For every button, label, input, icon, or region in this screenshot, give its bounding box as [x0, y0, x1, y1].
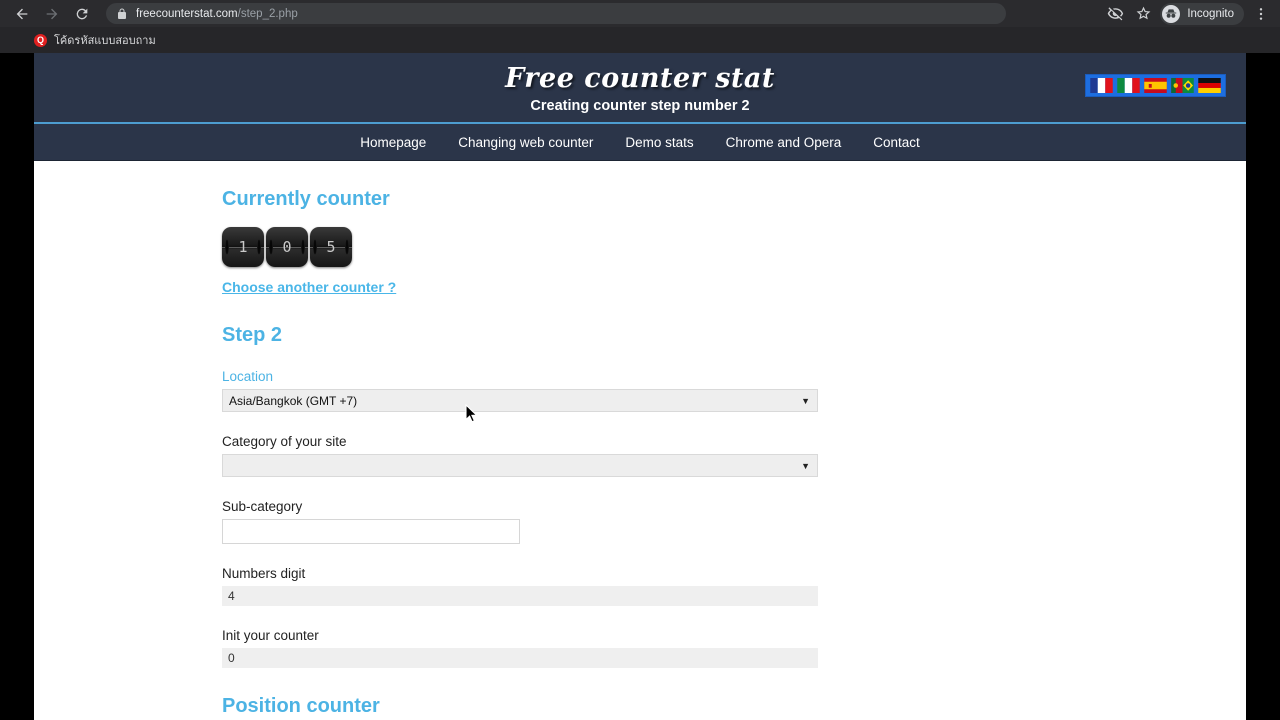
- subcategory-input[interactable]: [222, 519, 520, 544]
- numbers-digit-input[interactable]: 4: [222, 586, 818, 606]
- flag-portugal-brazil[interactable]: [1171, 78, 1194, 93]
- step-heading: Step 2: [222, 324, 283, 346]
- flag-france[interactable]: [1090, 78, 1113, 93]
- subcategory-label: Sub-category: [222, 499, 303, 514]
- flag-italy[interactable]: [1117, 78, 1140, 93]
- forward-button[interactable]: [38, 1, 66, 27]
- bookmark-star-button[interactable]: [1130, 1, 1156, 27]
- counter-digit-value: 1: [238, 238, 248, 256]
- location-select-value: Asia/Bangkok (GMT +7): [229, 393, 358, 408]
- page-subtitle: Creating counter step number 2: [530, 98, 750, 114]
- nav-item-changing-web-counter[interactable]: Changing web counter: [442, 135, 609, 150]
- browser-toolbar: freecounterstat.com/step_2.php Incognito: [0, 0, 1280, 27]
- url-path: /step_2.php: [237, 7, 298, 20]
- bookmark-item[interactable]: Q โค้ดรหัสแบบสอบถาม: [34, 31, 156, 49]
- kebab-menu-icon: [1259, 7, 1263, 20]
- numbers-digit-label: Numbers digit: [222, 566, 306, 581]
- init-counter-input[interactable]: 0: [222, 648, 818, 668]
- counter-digit-value: 5: [326, 238, 336, 256]
- incognito-hat-icon: [1166, 8, 1177, 18]
- reload-button[interactable]: [68, 1, 96, 27]
- category-label: Category of your site: [222, 434, 347, 449]
- star-icon: [1136, 6, 1151, 20]
- site-logo: Free counter stat: [505, 63, 775, 94]
- counter-digit-value: 0: [282, 238, 292, 256]
- incognito-indicator[interactable]: Incognito: [1160, 2, 1244, 25]
- init-counter-value: 0: [228, 651, 235, 665]
- chevron-down-icon: ▼: [801, 395, 810, 406]
- bookmark-label: โค้ดรหัสแบบสอบถาม: [54, 35, 156, 47]
- flag-spain[interactable]: [1144, 78, 1167, 93]
- bookmarks-bar: Q โค้ดรหัสแบบสอบถาม: [0, 27, 1280, 53]
- q-favicon: Q: [34, 33, 47, 47]
- numbers-digit-value: 4: [228, 589, 235, 603]
- reload-icon: [76, 8, 88, 19]
- incognito-label: Incognito: [1187, 7, 1234, 20]
- eye-off-icon: [1107, 7, 1123, 21]
- browser-menu-button[interactable]: [1248, 1, 1274, 27]
- choose-another-counter-link[interactable]: Choose another counter ?: [222, 279, 396, 295]
- location-label: Location: [222, 369, 274, 384]
- currently-counter-heading: Currently counter: [222, 188, 390, 210]
- browser-actions: Incognito: [1102, 0, 1274, 27]
- counter-digit: 1: [222, 227, 264, 267]
- page-content: Currently counter 1 0 5 Choose another c…: [34, 188, 1246, 720]
- main-navigation: Homepage Changing web counter Demo stats…: [34, 124, 1246, 161]
- nav-item-demo-stats[interactable]: Demo stats: [609, 135, 709, 150]
- back-arrow-icon: [16, 8, 28, 19]
- nav-item-contact[interactable]: Contact: [857, 135, 936, 150]
- current-counter-display: 1 0 5: [222, 227, 1246, 267]
- eye-off-button[interactable]: [1102, 1, 1128, 27]
- address-bar[interactable]: freecounterstat.com/step_2.php: [106, 3, 1006, 24]
- flag-germany[interactable]: [1198, 78, 1221, 93]
- forward-arrow-icon: [46, 8, 58, 19]
- location-select[interactable]: Asia/Bangkok (GMT +7) ▼: [222, 389, 818, 412]
- nav-item-homepage[interactable]: Homepage: [344, 135, 442, 150]
- chevron-down-icon: ▼: [801, 460, 810, 471]
- lock-icon: [118, 8, 126, 19]
- avatar: [1162, 4, 1181, 23]
- init-counter-label: Init your counter: [222, 628, 319, 643]
- page-viewport: Free counter stat Creating counter step …: [34, 53, 1246, 720]
- url-host: freecounterstat.com: [136, 7, 238, 20]
- counter-digit: 0: [266, 227, 308, 267]
- position-counter-heading: Position counter: [222, 695, 380, 717]
- browser-nav-buttons: [0, 1, 96, 27]
- category-select[interactable]: ▼: [222, 454, 818, 477]
- nav-item-chrome-and-opera[interactable]: Chrome and Opera: [710, 135, 858, 150]
- site-header: Free counter stat Creating counter step …: [34, 53, 1246, 124]
- back-button[interactable]: [8, 1, 36, 27]
- counter-digit: 5: [310, 227, 352, 267]
- language-flags: [1085, 74, 1226, 97]
